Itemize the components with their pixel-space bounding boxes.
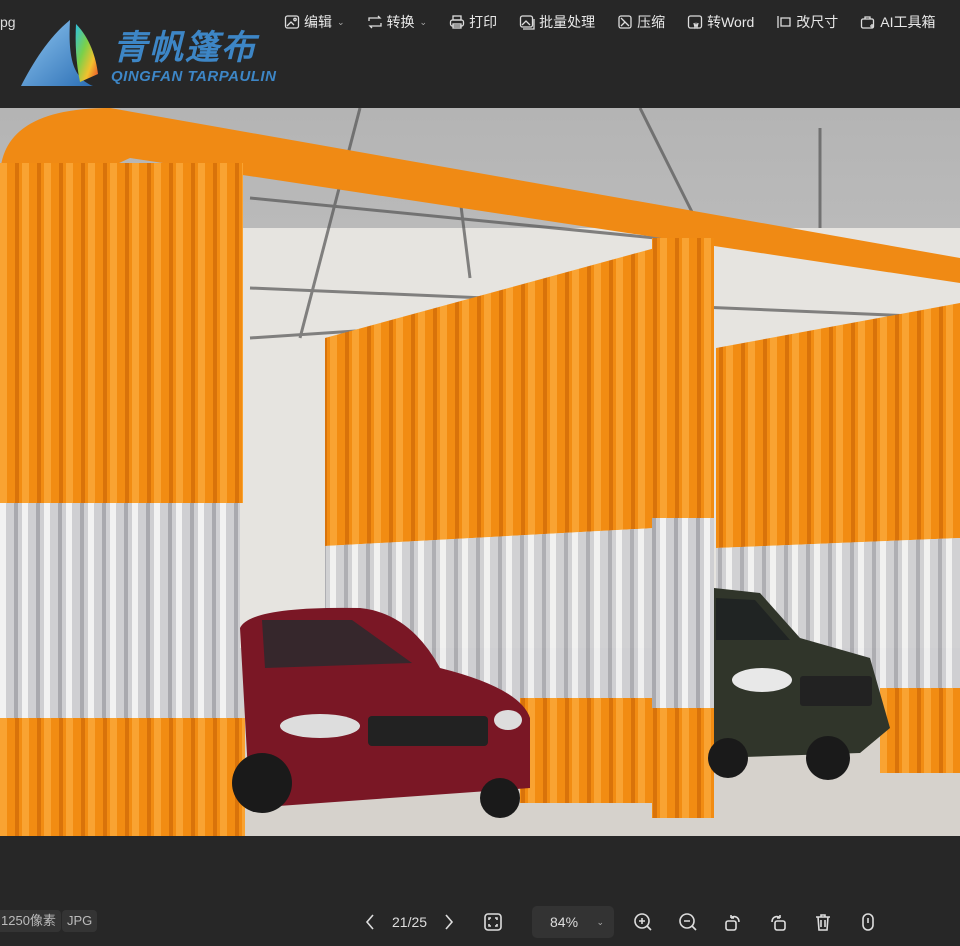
trash-icon — [816, 914, 830, 931]
ai-toolbox-button[interactable]: AI工具箱 — [860, 11, 936, 33]
zoom-value: 84% — [550, 914, 579, 930]
resize-button[interactable]: 改尺寸 — [776, 11, 838, 33]
print-label: 打印 — [469, 14, 498, 30]
chevron-left-icon — [365, 914, 374, 930]
resize-label: 改尺寸 — [796, 14, 839, 30]
page-counter: 21/25 — [392, 914, 428, 930]
print-icon — [449, 15, 465, 29]
rotate-right-button[interactable] — [766, 910, 790, 934]
fit-screen-icon — [484, 913, 502, 931]
logo-chinese: 青帆篷布 — [113, 29, 257, 67]
info-icon — [862, 913, 874, 931]
file-name: pg — [0, 14, 16, 30]
convert-label: 转换 — [386, 14, 415, 30]
print-button[interactable]: 打印 — [449, 11, 497, 33]
rotate-left-button[interactable] — [721, 910, 745, 934]
sail-logo-icon — [21, 20, 98, 86]
ai-toolbox-label: AI工具箱 — [880, 14, 936, 30]
zoom-out-icon — [679, 913, 697, 931]
batch-button[interactable]: 批量处理 — [519, 11, 595, 33]
status-bar: 1250像素 JPG 21/25 84% ⌄ — [0, 906, 960, 938]
zoom-out-button[interactable] — [676, 910, 700, 934]
chevron-right-icon — [445, 914, 454, 930]
next-button[interactable] — [437, 910, 461, 934]
image-canvas[interactable] — [0, 108, 960, 836]
compress-label: 压缩 — [637, 14, 666, 30]
previous-button[interactable] — [358, 910, 382, 934]
info-button[interactable] — [856, 910, 880, 934]
delete-button[interactable] — [811, 910, 835, 934]
photo-garage-curtains — [0, 108, 960, 836]
convert-button[interactable]: 转换 ⌄ — [367, 11, 428, 33]
image-size-tag: 1250像素 — [0, 910, 61, 932]
compress-icon — [618, 15, 632, 29]
compress-button[interactable]: 压缩 — [617, 11, 665, 33]
convert-icon — [367, 15, 382, 29]
zoom-in-icon — [634, 913, 652, 931]
word-icon — [687, 15, 703, 30]
format-tag: JPG — [62, 910, 98, 932]
batch-icon — [519, 15, 535, 30]
chevron-down-icon: ⌄ — [337, 16, 345, 27]
ai-toolbox-icon — [861, 16, 875, 29]
to-word-label: 转Word — [707, 14, 755, 30]
edit-button[interactable]: 编辑 ⌄ — [284, 11, 345, 33]
chevron-down-icon: ⌄ — [596, 917, 604, 927]
batch-label: 批量处理 — [539, 14, 596, 30]
image-edit-icon — [284, 15, 300, 29]
fit-screen-button[interactable] — [481, 910, 505, 934]
rotate-left-icon — [725, 915, 740, 931]
zoom-select[interactable]: 84% ⌄ — [532, 906, 614, 938]
watermark-logo: 青帆篷布 QINGFAN TARPAULIN — [18, 18, 293, 90]
rotate-right-icon — [771, 915, 786, 931]
toolbar: 编辑 ⌄ 转换 ⌄ 打印 批量处理 压缩 转Word 改尺寸 AI工具箱 — [284, 11, 958, 33]
chevron-down-icon: ⌄ — [419, 16, 428, 27]
edit-label: 编辑 — [304, 14, 332, 30]
resize-icon — [777, 16, 791, 28]
zoom-in-button[interactable] — [631, 910, 655, 934]
logo-english: QINGFAN TARPAULIN — [111, 68, 277, 85]
to-word-button[interactable]: 转Word — [687, 11, 754, 33]
